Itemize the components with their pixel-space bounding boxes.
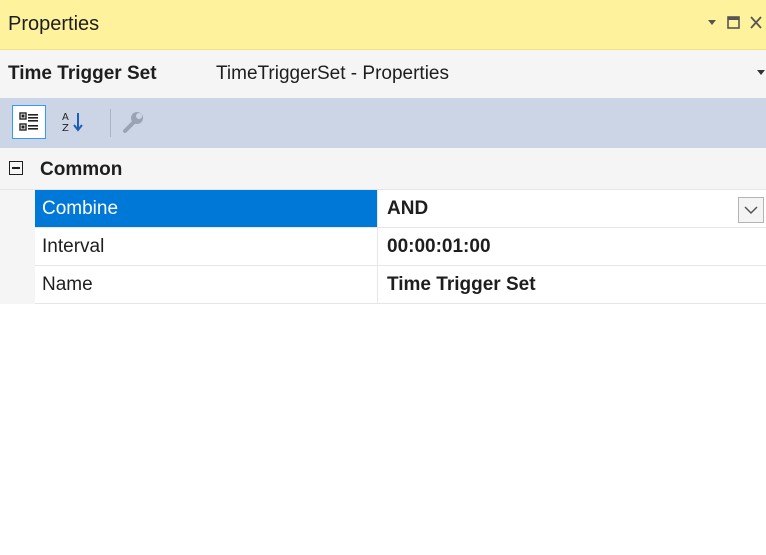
property-toolbar: A Z xyxy=(0,98,766,148)
object-selector[interactable]: Time Trigger Set TimeTriggerSet - Proper… xyxy=(0,50,766,98)
maximize-icon[interactable] xyxy=(726,12,742,38)
property-row-combine[interactable]: Combine AND xyxy=(35,190,766,228)
property-name[interactable]: Combine xyxy=(35,190,378,227)
property-value[interactable]: 00:00:01:00 xyxy=(378,228,766,265)
grid-gutter xyxy=(0,190,35,304)
toolbar-separator xyxy=(110,109,111,137)
alphabetical-sort-button[interactable]: A Z xyxy=(56,105,90,139)
property-value[interactable]: AND xyxy=(378,190,766,227)
close-icon[interactable] xyxy=(748,12,764,38)
object-name: Time Trigger Set xyxy=(8,63,157,84)
object-type: TimeTriggerSet - Properties xyxy=(216,63,449,84)
categorized-button[interactable] xyxy=(12,105,46,139)
property-name[interactable]: Interval xyxy=(35,228,378,265)
combine-dropdown-button[interactable] xyxy=(738,197,764,223)
wrench-icon xyxy=(123,112,143,133)
svg-text:Z: Z xyxy=(62,123,69,134)
property-row-interval[interactable]: Interval 00:00:01:00 xyxy=(35,228,766,266)
properties-title-bar: Properties xyxy=(0,0,766,50)
property-row-name[interactable]: Name Time Trigger Set xyxy=(35,266,766,304)
dropdown-arrow-icon[interactable] xyxy=(706,12,718,38)
svg-text:A: A xyxy=(62,112,69,123)
collapse-icon[interactable] xyxy=(9,161,23,175)
category-label: Common xyxy=(40,159,123,180)
chevron-down-icon xyxy=(744,206,758,215)
alphabetical-sort-icon: A Z xyxy=(62,112,83,134)
property-name[interactable]: Name xyxy=(35,266,378,303)
category-common[interactable]: Common xyxy=(0,148,766,190)
panel-title: Properties xyxy=(8,13,100,35)
chevron-down-icon[interactable] xyxy=(756,66,766,81)
property-value[interactable]: Time Trigger Set xyxy=(378,266,766,303)
categorized-icon xyxy=(19,112,38,131)
property-pages-button[interactable] xyxy=(116,105,150,139)
